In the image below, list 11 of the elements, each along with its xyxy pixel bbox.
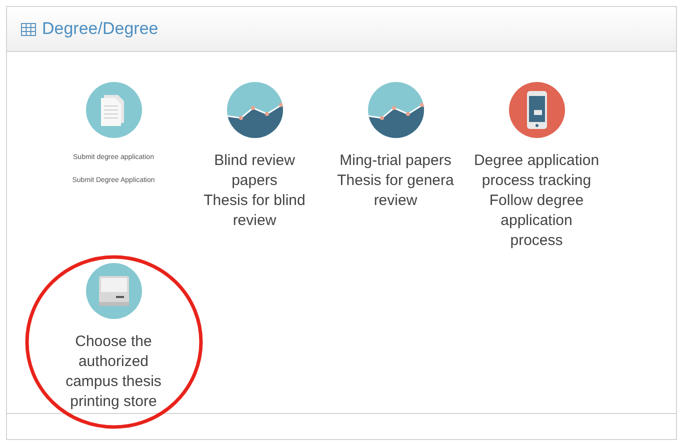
item-subtitle: Thesis for blind review: [202, 191, 306, 231]
item-subtitle: Thesis for genera review: [336, 171, 455, 211]
item-title[interactable]: Degree application process tracking: [474, 151, 600, 191]
phone-icon: [508, 82, 564, 138]
item-subtitle: Follow degree application process: [488, 191, 585, 251]
printer-icon: [86, 263, 142, 319]
document-icon: [86, 82, 142, 138]
item-title[interactable]: Ming-trial papers: [340, 151, 452, 171]
item-title[interactable]: Blind review papers: [192, 151, 318, 191]
table-icon: [21, 22, 36, 36]
panel-title: Degree/Degree: [42, 18, 158, 40]
